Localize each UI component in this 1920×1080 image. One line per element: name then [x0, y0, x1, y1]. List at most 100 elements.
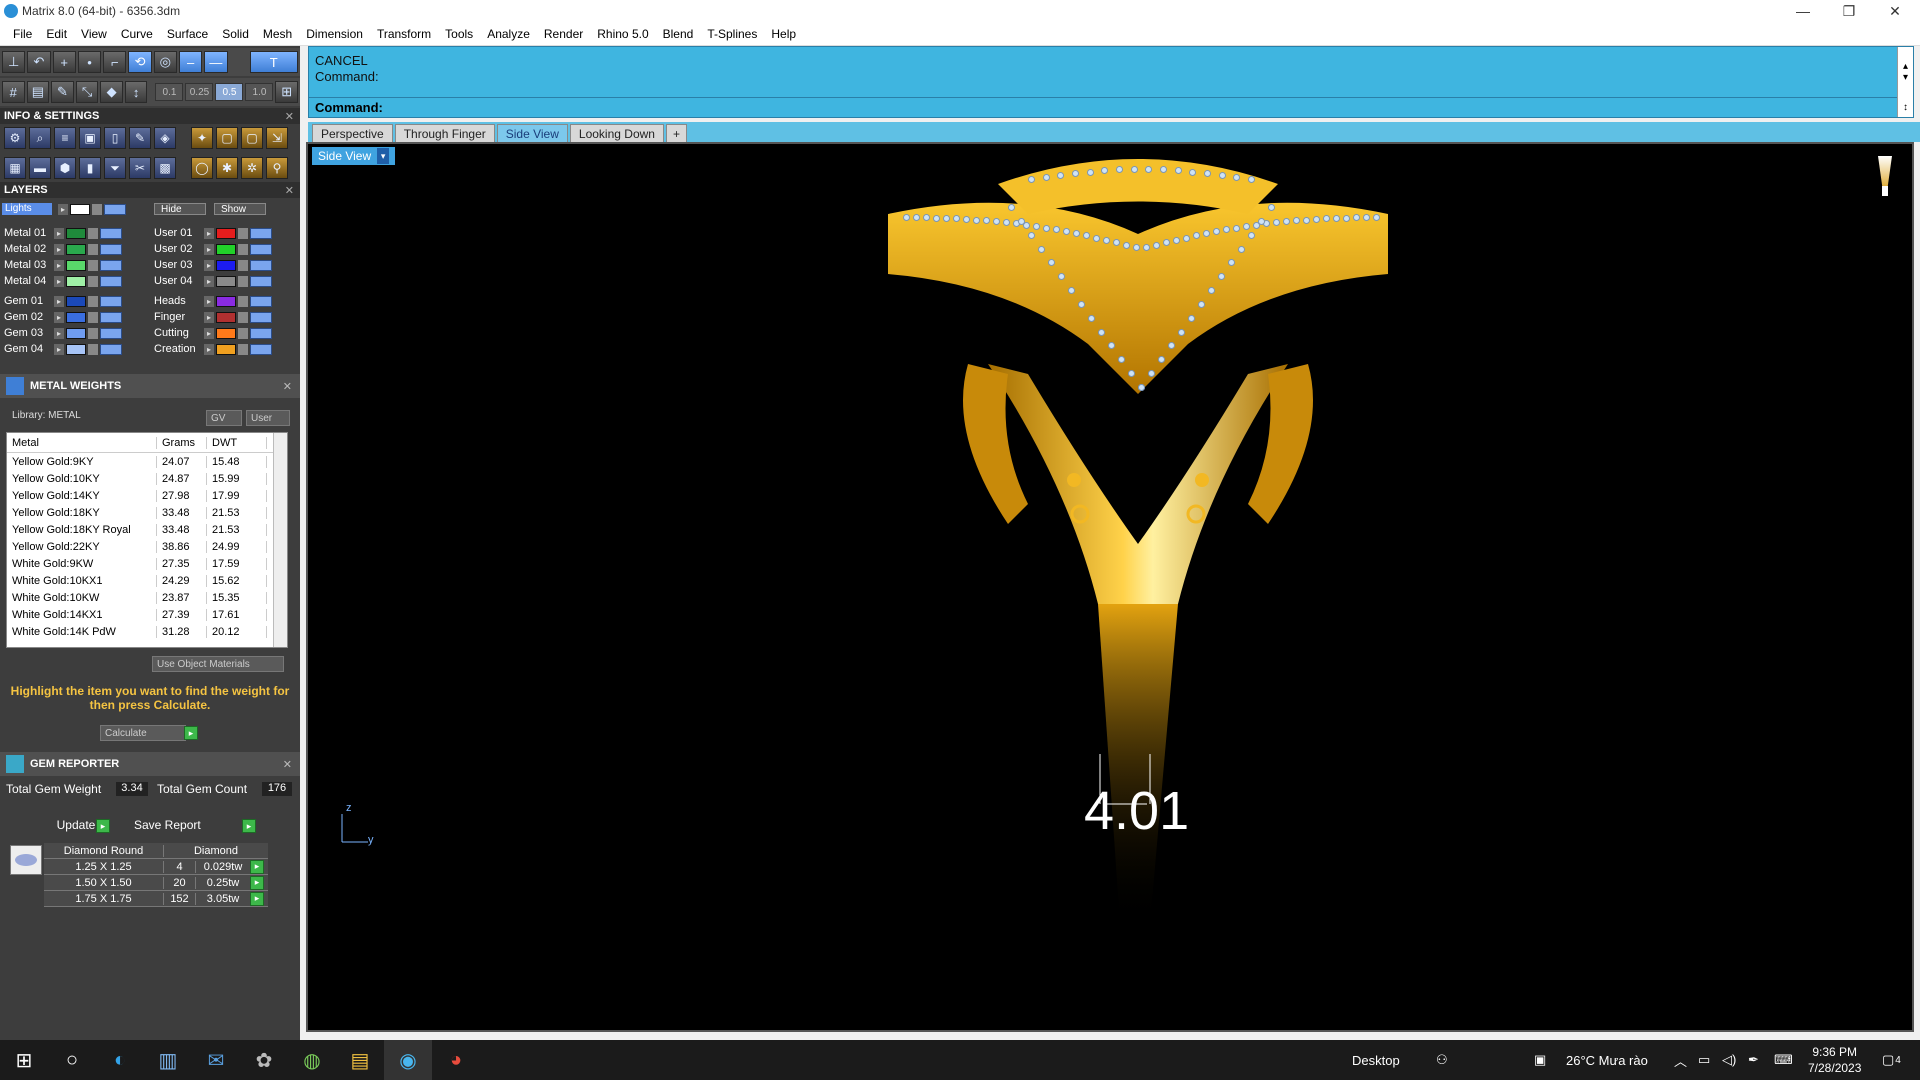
move-icon[interactable]: ↕ [124, 81, 148, 103]
lock-icon[interactable] [88, 259, 98, 271]
visibility-toggle[interactable] [250, 311, 272, 323]
people-icon[interactable]: ⚇ [1436, 1040, 1448, 1080]
menu-solid[interactable]: Solid [215, 27, 256, 41]
chevron-right-icon[interactable]: ▸ [204, 275, 214, 287]
menu-render[interactable]: Render [537, 27, 590, 41]
lock-icon[interactable] [88, 243, 98, 255]
close-icon[interactable]: ✕ [285, 184, 294, 197]
filter-icon[interactable]: ⏷ [104, 157, 126, 179]
menu-help[interactable]: Help [764, 27, 803, 41]
layer-color-swatch[interactable] [66, 243, 86, 255]
chevron-right-icon[interactable]: ▸ [54, 295, 64, 307]
chrome-icon[interactable]: ◕ [432, 1040, 480, 1080]
col-dwt[interactable]: DWT [207, 436, 267, 449]
lock-icon[interactable] [88, 343, 98, 355]
gem-row-go-icon[interactable]: ▸ [250, 859, 264, 874]
chevron-right-icon[interactable]: ▸ [204, 295, 214, 307]
visibility-toggle[interactable] [100, 275, 122, 287]
weather-icon[interactable]: ▣ [1534, 1040, 1546, 1080]
grid-icon[interactable]: # [2, 81, 25, 103]
measure-icon[interactable]: ⤡ [75, 81, 99, 103]
ring-model[interactable] [308, 144, 1912, 1030]
curve-tool-icon[interactable]: ↶ [27, 51, 51, 73]
gem-row[interactable]: 1.50 X 1.50 20 0.25tw ▸ [44, 875, 268, 891]
settings-icon[interactable]: ⚙ [4, 127, 26, 149]
table-row[interactable]: Yellow Gold:14KY 27.98 17.99 [7, 487, 287, 504]
circle-tool-icon[interactable]: ◎ [153, 51, 177, 73]
lock-icon[interactable] [92, 203, 102, 215]
weather-text[interactable]: 26°C Mưa rào [1566, 1040, 1648, 1080]
col-grams[interactable]: Grams [157, 436, 207, 449]
visibility-toggle[interactable] [250, 227, 272, 239]
volume-icon[interactable]: ◁) [1722, 1040, 1736, 1080]
layer-row[interactable]: User 02 ▸ [150, 242, 272, 256]
panel-icon[interactable]: ▮ [79, 157, 101, 179]
table-row[interactable]: Yellow Gold:10KY 24.87 15.99 [7, 470, 287, 487]
minimize-button[interactable]: — [1780, 0, 1826, 22]
edge-icon[interactable]: ◐ [96, 1040, 144, 1080]
frame2-icon[interactable]: ▢ [241, 127, 263, 149]
close-icon[interactable]: ✕ [285, 110, 294, 123]
windows-start-icon[interactable]: ⊞ [0, 1040, 48, 1080]
menu-blend[interactable]: Blend [656, 27, 701, 41]
snap-value-0.25[interactable]: 0.25 [185, 83, 214, 101]
gem-row[interactable]: 1.25 X 1.25 4 0.029tw ▸ [44, 859, 268, 875]
visibility-toggle[interactable] [100, 327, 122, 339]
setting-icon[interactable]: ✲ [241, 157, 263, 179]
chevron-right-icon[interactable]: ▸ [54, 275, 64, 287]
mail-icon[interactable]: ✉ [192, 1040, 240, 1080]
ring-icon[interactable]: ◯ [191, 157, 213, 179]
pen-icon[interactable]: ✎ [51, 81, 74, 103]
stand-icon[interactable]: ⚲ [266, 157, 288, 179]
menu-surface[interactable]: Surface [160, 27, 215, 41]
layer-row[interactable]: Gem 03 ▸ [0, 326, 122, 340]
save-report-go-icon[interactable]: ▸ [242, 819, 256, 833]
layer-row[interactable]: Finger ▸ [150, 310, 272, 324]
text-tool-icon[interactable]: T [249, 51, 298, 73]
table-row[interactable]: Yellow Gold:18KY Royal 33.48 21.53 [7, 521, 287, 538]
chevron-up-icon[interactable]: ︿ [1674, 1040, 1687, 1080]
corner-tool-icon[interactable]: ⌐ [103, 51, 127, 73]
desktop-toolbar[interactable]: Desktop [1352, 1040, 1400, 1080]
chevron-right-icon[interactable]: ▸ [204, 259, 214, 271]
save-report-button[interactable]: Save Report [130, 818, 240, 834]
layer-row[interactable]: Heads ▸ [150, 294, 272, 308]
layer-row[interactable]: User 01 ▸ [150, 226, 272, 240]
layer-row[interactable]: Metal 04 ▸ [0, 274, 122, 288]
prong-icon[interactable]: ✱ [216, 157, 238, 179]
chevron-right-icon[interactable]: ▸ [204, 327, 214, 339]
menu-mesh[interactable]: Mesh [256, 27, 299, 41]
gem-row-go-icon[interactable]: ▸ [250, 891, 264, 906]
table-row[interactable]: White Gold:10KX1 24.29 15.62 [7, 572, 287, 589]
layer-color-swatch[interactable] [66, 327, 86, 339]
visibility-toggle[interactable] [250, 327, 272, 339]
export-icon[interactable]: ⇲ [266, 127, 288, 149]
chevron-right-icon[interactable]: ▸ [204, 311, 214, 323]
app-icon-2[interactable]: ◍ [288, 1040, 336, 1080]
visibility-toggle[interactable] [250, 243, 272, 255]
user-toggle[interactable]: User [246, 410, 290, 426]
close-icon[interactable]: ✕ [283, 758, 292, 771]
chevron-right-icon[interactable]: ▸ [54, 243, 64, 255]
tab-through-finger[interactable]: Through Finger [394, 124, 495, 142]
line-tool-icon[interactable]: – [178, 51, 203, 73]
lock-icon[interactable] [238, 343, 248, 355]
visibility-toggle[interactable] [100, 311, 122, 323]
lock-icon[interactable] [238, 227, 248, 239]
layer-color-swatch[interactable] [216, 227, 236, 239]
layer-row[interactable]: User 04 ▸ [150, 274, 272, 288]
lock-icon[interactable] [238, 311, 248, 323]
visibility-toggle[interactable] [100, 343, 122, 355]
layer-row[interactable]: Gem 04 ▸ [0, 342, 122, 356]
lock-icon[interactable] [88, 311, 98, 323]
point-tool-icon[interactable]: ⊥ [2, 51, 26, 73]
layer-color-swatch[interactable] [216, 275, 236, 287]
layer-row[interactable]: Metal 03 ▸ [0, 258, 122, 272]
menu-curve[interactable]: Curve [114, 27, 160, 41]
layer-color-swatch[interactable] [66, 227, 86, 239]
lights-swatch[interactable] [70, 203, 90, 215]
chevron-right-icon[interactable]: ▸ [204, 343, 214, 355]
chevron-right-icon[interactable]: ▸ [54, 311, 64, 323]
dimension-label[interactable]: 4.01 [1084, 780, 1189, 842]
visibility-toggle[interactable] [250, 275, 272, 287]
